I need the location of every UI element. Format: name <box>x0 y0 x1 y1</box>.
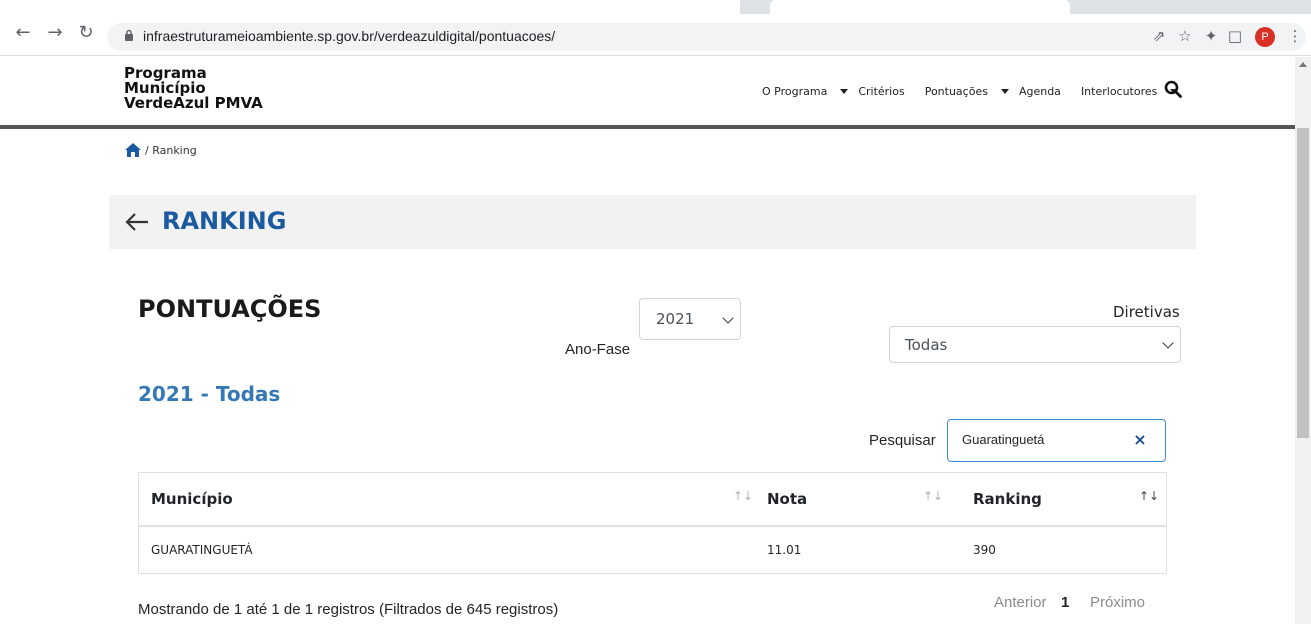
nav-item-label: Critérios <box>858 85 905 98</box>
nav-item-pontuacoes[interactable]: Pontuações <box>925 85 1009 98</box>
table-header: Município ↑↓ Nota ↑↓ Ranking ↑↓ <box>139 473 1166 527</box>
reload-icon[interactable]: ↻ <box>73 20 99 46</box>
nav-item-o-programa[interactable]: O Programa <box>762 85 849 98</box>
column-header-ranking[interactable]: Ranking <box>973 490 1042 508</box>
results-subtitle: 2021 - Todas <box>138 382 281 406</box>
column-header-municipio[interactable]: Município <box>151 490 233 508</box>
pagination-next[interactable]: Próximo <box>1090 594 1145 611</box>
site-logo[interactable]: Programa Município VerdeAzul PMVA <box>124 66 263 111</box>
search-icon[interactable] <box>1164 80 1182 98</box>
menu-kebab-icon[interactable]: ⋮ <box>1283 24 1307 48</box>
diretivas-label: Diretivas <box>1113 303 1180 321</box>
nav-item-label: Agenda <box>1018 85 1061 98</box>
ranking-table: Município ↑↓ Nota ↑↓ Ranking ↑↓ GUARATIN… <box>138 472 1167 574</box>
caret-down-icon <box>1000 88 1009 94</box>
back-arrow-icon[interactable]: ← <box>10 20 36 46</box>
chevron-down-icon <box>1162 337 1174 349</box>
share-icon[interactable]: ⇗ <box>1147 24 1171 48</box>
ano-fase-value: 2021 <box>656 310 695 328</box>
sort-icon[interactable]: ↑↓ <box>1139 489 1159 503</box>
search-value: Guaratinguetá <box>962 432 1045 447</box>
nav-item-criterios[interactable]: Critérios <box>858 85 914 98</box>
active-tab[interactable] <box>0 0 740 14</box>
forward-arrow-icon[interactable]: → <box>42 20 68 46</box>
table-cell-ranking: 390 <box>973 543 996 557</box>
breadcrumb: / Ranking <box>124 142 197 158</box>
table-info: Mostrando de 1 até 1 de 1 registros (Fil… <box>138 601 559 618</box>
diretivas-select[interactable]: Todas <box>889 326 1181 363</box>
ano-fase-select[interactable]: 2021 <box>639 298 741 340</box>
caret-down-icon <box>840 88 849 94</box>
scroll-up-icon[interactable] <box>1299 62 1307 67</box>
sort-icon[interactable]: ↑↓ <box>923 489 943 503</box>
chevron-down-icon <box>722 312 734 324</box>
nav-item-agenda[interactable]: Agenda <box>1019 85 1071 98</box>
diretivas-value: Todas <box>905 336 948 354</box>
column-header-nota[interactable]: Nota <box>767 490 807 508</box>
pagination-page-1[interactable]: 1 <box>1061 594 1069 611</box>
sort-icon[interactable]: ↑↓ <box>733 489 753 503</box>
pagination-prev[interactable]: Anterior <box>994 594 1047 611</box>
star-icon[interactable]: ☆ <box>1173 24 1197 48</box>
logo-line: VerdeAzul PMVA <box>124 94 263 112</box>
table-cell-nota: 11.01 <box>767 543 802 557</box>
nav-item-label: Pontuações <box>924 85 988 98</box>
browser-tab[interactable] <box>770 0 1070 14</box>
tab-strip <box>0 0 1311 14</box>
main-nav: O Programa Critérios Pontuações Agenda I… <box>762 85 1188 98</box>
extensions-icon[interactable]: ✦ <box>1199 24 1223 48</box>
search-label: Pesquisar <box>869 432 936 449</box>
avatar[interactable]: P <box>1255 27 1275 47</box>
sidebar-icon[interactable]: □ <box>1223 24 1247 48</box>
scrollbar-thumb[interactable] <box>1297 128 1309 438</box>
breadcrumb-current: / Ranking <box>145 143 197 157</box>
section-title: PONTUAÇÕES <box>138 295 322 323</box>
home-icon[interactable] <box>124 142 142 158</box>
search-input[interactable]: Guaratinguetá × <box>947 419 1166 462</box>
table-cell-municipio: GUARATINGUETÁ <box>151 543 253 557</box>
lock-icon[interactable] <box>124 29 134 41</box>
page-title: RANKING <box>162 207 287 235</box>
nav-item-label: Interlocutores <box>1080 85 1158 98</box>
back-arrow-icon[interactable] <box>124 210 150 234</box>
url-text[interactable]: infraestruturameioambiente.sp.gov.br/ver… <box>143 28 555 44</box>
nav-item-label: O Programa <box>762 85 828 98</box>
ano-fase-label: Ano-Fase <box>565 341 631 358</box>
clear-search-icon[interactable]: × <box>1130 430 1150 449</box>
